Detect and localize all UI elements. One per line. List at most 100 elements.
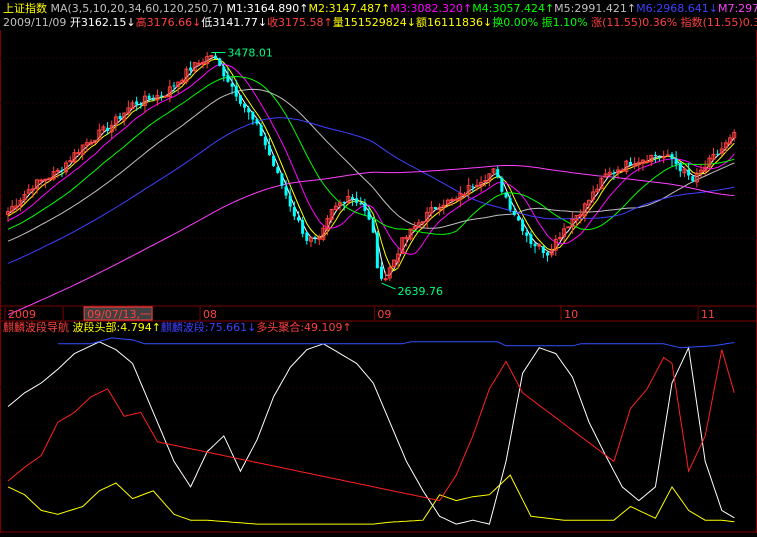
candle-body-down: [238, 95, 242, 104]
candle-body-up: [454, 198, 459, 201]
candle-body-down: [251, 112, 255, 120]
candle-body-down: [160, 95, 164, 97]
candle-body-down: [189, 67, 193, 71]
candle-body-down: [670, 154, 674, 160]
candlestick[interactable]: [408, 228, 413, 241]
candle-body-down: [355, 198, 359, 203]
header-segment-5: M4:3057.424↑: [472, 2, 554, 15]
candle-body-down: [247, 108, 251, 113]
ohlc-header-row: 2009/11/09 开3162.15↓高3176.66↓低3141.77↓收3…: [3, 15, 757, 29]
header-segment-0: 2009/11/09: [3, 16, 70, 29]
chart-canvas[interactable]: 上证指数 MA(3,5,10,20,34,60,120,250,7) M1:31…: [0, 0, 757, 533]
ma-header-row: 上证指数 MA(3,5,10,20,34,60,120,250,7) M1:31…: [3, 1, 757, 15]
candlestick[interactable]: [566, 226, 571, 229]
candle-body-up: [566, 226, 571, 229]
candle-body-down: [350, 197, 354, 199]
candle-body-up: [620, 169, 625, 172]
header-segment-7: M6:2968.641↓: [636, 2, 718, 15]
kline-chart-window: 上证指数 MA(3,5,10,20,34,60,120,250,7) M1:31…: [0, 0, 757, 533]
header-segment-3: 低3141.77↓: [201, 16, 267, 29]
candle-body-down: [243, 103, 247, 108]
candle-body-down: [292, 207, 296, 217]
candle-body-down: [716, 153, 720, 155]
candle-body-down: [433, 207, 437, 210]
header-segment-8: M7:2979.174↑: [718, 2, 757, 15]
candle-body-down: [297, 217, 300, 221]
candle-body-down: [691, 176, 695, 182]
header-segment-6: 额16111836↓: [416, 16, 492, 29]
header-segment-2: M1:3164.890↑: [227, 2, 309, 15]
candle-body-down: [653, 154, 657, 156]
header-segment-1: 开3162.15↓: [70, 16, 136, 29]
candle-body-up: [557, 237, 562, 240]
candle-body-down: [525, 232, 529, 236]
candle-body-down: [301, 220, 305, 234]
candle-body-down: [313, 237, 317, 239]
header-segment-4: M3:3082.320↑: [390, 2, 472, 15]
candlestick[interactable]: [375, 230, 379, 269]
candle-body-up: [55, 169, 60, 172]
candle-body-down: [371, 219, 375, 233]
candlestick[interactable]: [93, 139, 98, 144]
candle-body-down: [288, 195, 292, 207]
candle-body-down: [280, 173, 284, 186]
candle-body-down: [359, 203, 363, 205]
candlestick[interactable]: [163, 95, 168, 98]
candle-body-down: [263, 136, 267, 146]
candle-body-down: [375, 232, 379, 269]
candle-body-down: [214, 55, 217, 59]
candle-body-down: [496, 169, 500, 178]
candle-body-down: [678, 162, 682, 172]
candle-body-down: [629, 161, 632, 166]
candle-body-down: [230, 83, 234, 87]
candle-body-down: [267, 145, 271, 156]
candle-body-up: [196, 62, 201, 65]
candle-body-down: [533, 243, 537, 247]
header-segment-3: 多头聚合:49.109↑: [256, 320, 351, 334]
candle-body-down: [612, 172, 616, 174]
candle-body-down: [380, 266, 383, 279]
candle-body-down: [521, 220, 525, 232]
candle-body-down: [106, 127, 110, 131]
candle-body-down: [135, 101, 139, 105]
candle-body-down: [504, 192, 508, 198]
header-segment-10: 指数(11.55)0.36%: [681, 15, 757, 29]
candle-body-down: [259, 125, 263, 136]
candle-body-up: [163, 95, 168, 98]
candle-body-down: [218, 58, 222, 66]
candle-body-down: [255, 118, 259, 124]
high-label: 3478.01: [227, 47, 273, 60]
time-label: 11: [701, 308, 715, 321]
candlestick[interactable]: [400, 237, 405, 255]
candle-body-down: [272, 155, 276, 166]
time-label: 08: [203, 308, 217, 321]
candle-body-down: [139, 103, 143, 105]
candlestick[interactable]: [184, 66, 189, 85]
candle-body-down: [151, 99, 155, 101]
header-segment-1: 波段头部:4.794↑: [73, 320, 161, 334]
header-segment-8: 振1.10%: [542, 15, 591, 29]
candle-body-down: [284, 186, 288, 196]
candlestick[interactable]: [599, 177, 604, 190]
time-label: 10: [564, 308, 578, 321]
candlestick[interactable]: [500, 175, 504, 194]
candle-body-down: [60, 169, 64, 171]
candlestick[interactable]: [272, 155, 276, 168]
candle-body-down: [172, 85, 176, 87]
candle-body-up: [39, 179, 44, 182]
crosshair-date-label: 09/07/13,一: [87, 308, 151, 321]
candle-body-up: [645, 160, 650, 163]
candle-body-down: [512, 210, 516, 215]
candle-body-down: [226, 74, 230, 82]
candlestick[interactable]: [391, 259, 396, 268]
candle-body-down: [147, 95, 151, 100]
candlestick[interactable]: [209, 54, 214, 58]
header-segment-2: 高3176.66↓: [136, 15, 202, 29]
indicator-header-row: 麒麟波段导航 波段头部:4.794↑麒麟波段:75.661↓多头聚合:49.10…: [3, 320, 352, 334]
time-label: 2009: [8, 308, 36, 321]
header-segment-0: 麒麟波段导航: [3, 320, 73, 334]
header-segment-2: 麒麟波段:75.661↓: [161, 320, 256, 334]
header-segment-7: 换0.00%: [492, 15, 541, 29]
candlestick[interactable]: [218, 57, 222, 67]
candle-body-down: [363, 203, 367, 211]
